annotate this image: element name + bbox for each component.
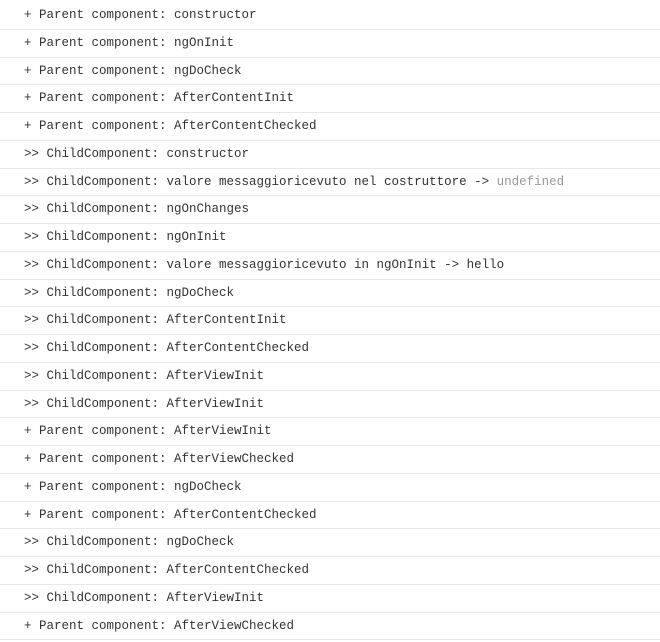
log-line: >> ChildComponent: AfterContentChecked [0,335,660,363]
log-line: >> ChildComponent: AfterContentChecked [0,557,660,585]
log-text: >> ChildComponent: AfterViewInit [24,397,264,411]
log-text: + Parent component: ngOnInit [24,36,234,50]
log-line: >> ChildComponent: AfterContentInit [0,307,660,335]
log-text: + Parent component: AfterViewInit [24,424,272,438]
log-text: >> ChildComponent: valore messaggioricev… [24,175,497,189]
log-line: + Parent component: constructor [0,2,660,30]
log-text: + Parent component: AfterContentInit [24,91,294,105]
log-line: >> ChildComponent: valore messaggioricev… [0,169,660,197]
log-line: + Parent component: ngDoCheck [0,474,660,502]
console-log-list: + Parent component: constructor + Parent… [0,2,660,640]
log-text: + Parent component: ngDoCheck [24,64,242,78]
log-text: >> ChildComponent: AfterViewInit [24,591,264,605]
log-text: >> ChildComponent: AfterViewInit [24,369,264,383]
log-text: >> ChildComponent: ngDoCheck [24,286,234,300]
log-text: >> ChildComponent: valore messaggioricev… [24,258,504,272]
log-text: + Parent component: AfterContentChecked [24,508,317,522]
log-text: + Parent component: ngDoCheck [24,480,242,494]
log-line: + Parent component: AfterContentChecked [0,113,660,141]
log-text: >> ChildComponent: ngOnChanges [24,202,249,216]
log-line: + Parent component: AfterViewChecked [0,613,660,641]
log-line: >> ChildComponent: valore messaggioricev… [0,252,660,280]
log-line: >> ChildComponent: ngOnInit [0,224,660,252]
log-line: + Parent component: ngDoCheck [0,58,660,86]
undefined-value: undefined [497,175,565,189]
log-line: + Parent component: AfterViewInit [0,418,660,446]
log-line: >> ChildComponent: AfterViewInit [0,363,660,391]
log-line: >> ChildComponent: ngOnChanges [0,196,660,224]
log-text: + Parent component: constructor [24,8,257,22]
log-line: + Parent component: AfterContentChecked [0,502,660,530]
log-line: + Parent component: AfterViewChecked [0,446,660,474]
log-text: >> ChildComponent: ngOnInit [24,230,227,244]
log-text: >> ChildComponent: ngDoCheck [24,535,234,549]
log-line: >> ChildComponent: ngDoCheck [0,280,660,308]
log-line: >> ChildComponent: AfterViewInit [0,391,660,419]
log-text: >> ChildComponent: AfterContentChecked [24,563,309,577]
log-text: >> ChildComponent: AfterContentChecked [24,341,309,355]
log-text: + Parent component: AfterContentChecked [24,119,317,133]
log-line: >> ChildComponent: constructor [0,141,660,169]
log-text: + Parent component: AfterViewChecked [24,452,294,466]
log-line: >> ChildComponent: ngDoCheck [0,529,660,557]
log-line: + Parent component: ngOnInit [0,30,660,58]
log-text: >> ChildComponent: constructor [24,147,249,161]
log-line: >> ChildComponent: AfterViewInit [0,585,660,613]
log-line: + Parent component: AfterContentInit [0,85,660,113]
log-text: >> ChildComponent: AfterContentInit [24,313,287,327]
log-text: + Parent component: AfterViewChecked [24,619,294,633]
